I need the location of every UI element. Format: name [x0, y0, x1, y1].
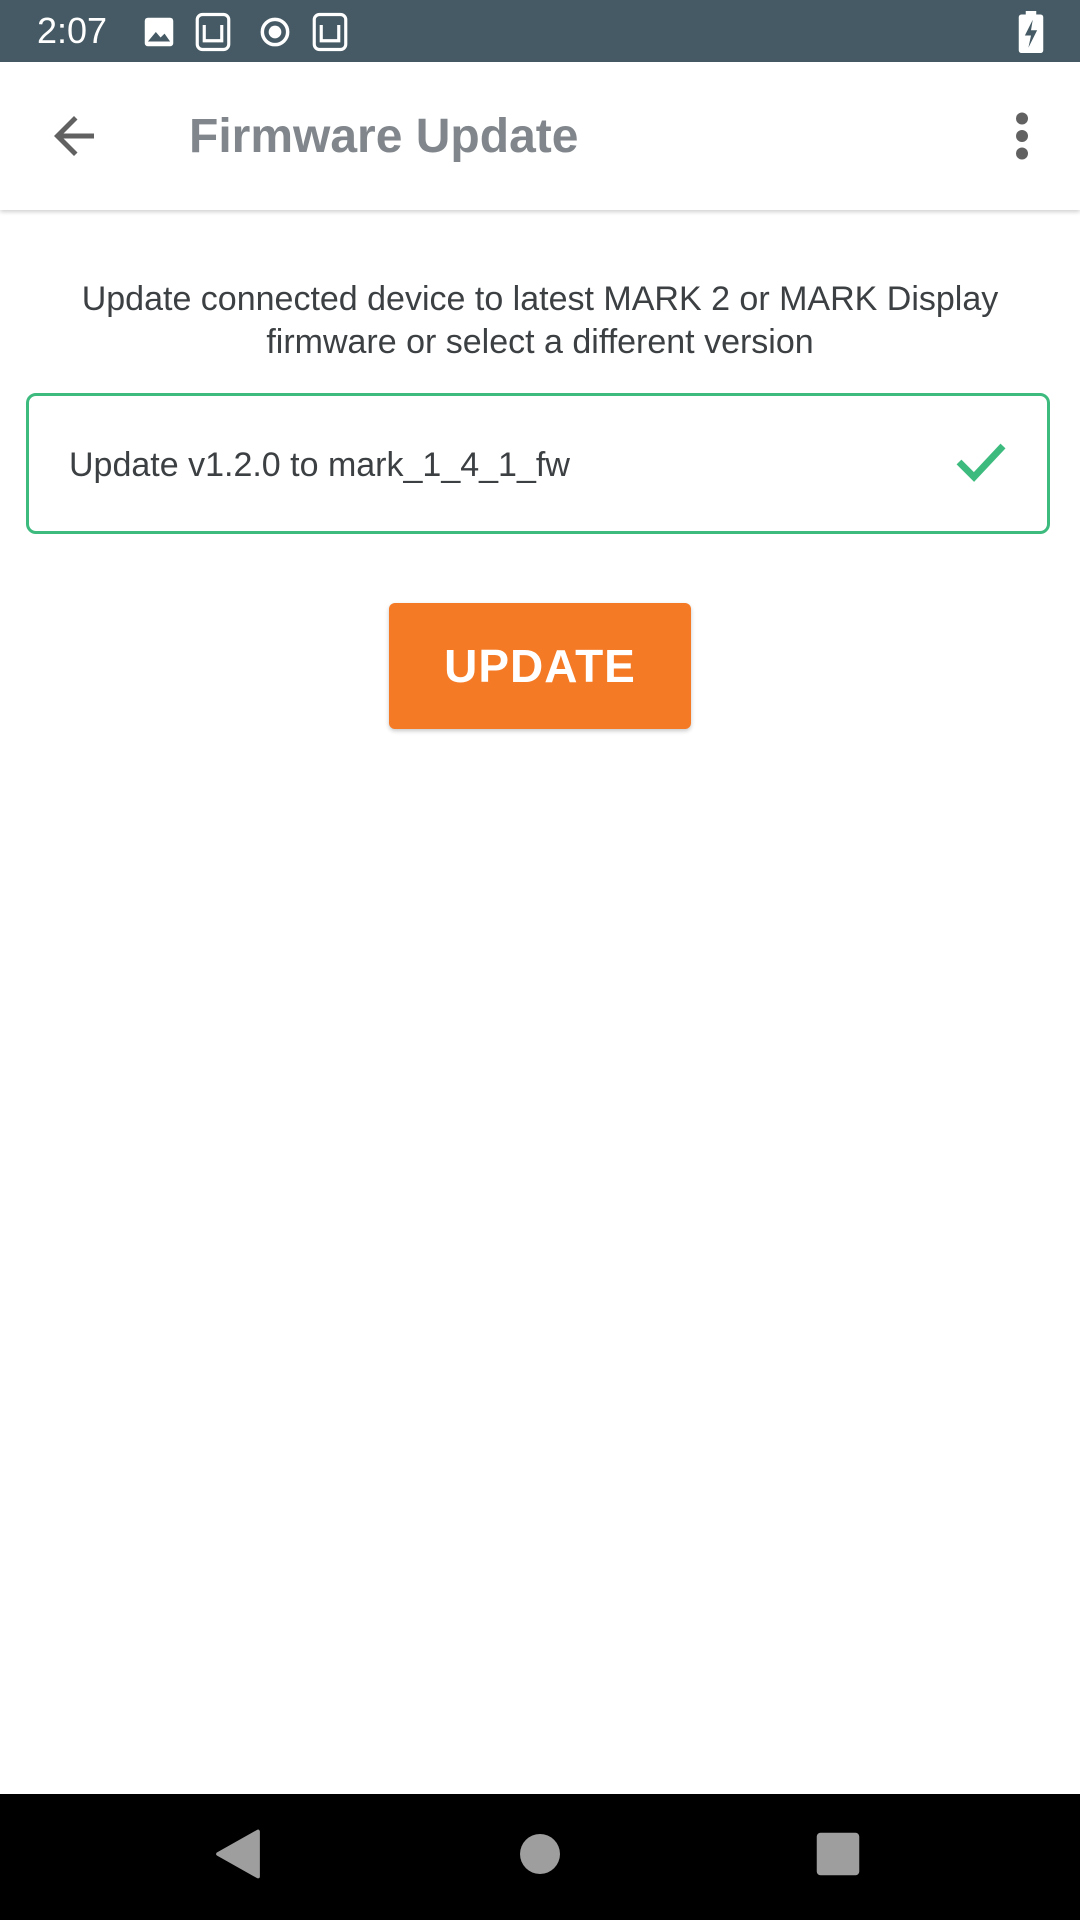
sd-card-icon	[312, 12, 348, 52]
more-options-button[interactable]	[1000, 106, 1044, 166]
nav-home-icon[interactable]	[510, 1824, 570, 1884]
update-description: Update connected device to latest MARK 2…	[81, 280, 999, 361]
image-icon	[144, 17, 174, 47]
battery-charging-icon	[1018, 11, 1044, 53]
page-title: Firmware Update	[189, 110, 579, 163]
back-button[interactable]	[44, 106, 104, 166]
firmware-option[interactable]: Update v1.2.0 to mark_1_4_1_fw	[26, 393, 1050, 534]
status-bar: 2:07	[0, 0, 1080, 62]
record-icon	[260, 17, 290, 47]
navigation-bar	[0, 1794, 1080, 1920]
status-time: 2:07	[37, 10, 108, 51]
app-bar: Firmware Update	[0, 62, 1080, 210]
firmware-option-label: Update v1.2.0 to mark_1_4_1_fw	[69, 446, 570, 484]
sd-card-icon	[195, 12, 231, 52]
nav-recents-icon[interactable]	[808, 1824, 868, 1884]
check-icon	[956, 443, 1006, 482]
update-button[interactable]: UPDATE	[389, 603, 691, 729]
nav-back-icon[interactable]	[208, 1824, 268, 1884]
